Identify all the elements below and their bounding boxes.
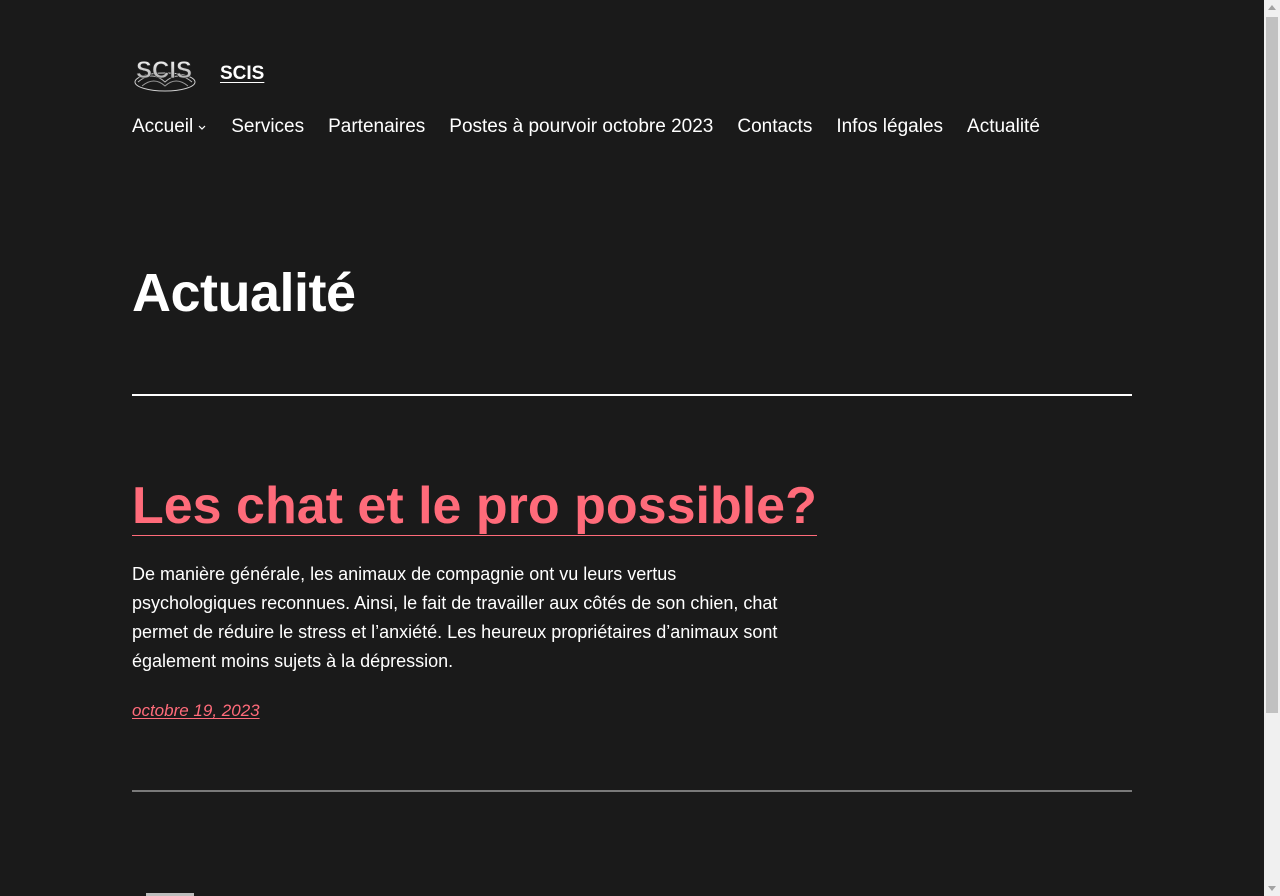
site-logo[interactable]: SCIS [132, 56, 196, 92]
page-title: Actualité [132, 263, 356, 323]
nav-item-postes[interactable]: Postes à pourvoir octobre 2023 [449, 116, 713, 138]
primary-nav: Accueil Services Partenaires Postes à po… [132, 116, 1040, 138]
post-excerpt: De manière générale, les animaux de comp… [132, 564, 778, 671]
nav-item-partenaires[interactable]: Partenaires [328, 116, 425, 138]
nav-item-accueil[interactable]: Accueil [132, 116, 207, 138]
divider [132, 790, 1132, 792]
scroll-up-arrow-icon[interactable] [1264, 0, 1280, 16]
nav-item-services[interactable]: Services [231, 116, 304, 138]
svg-text:SCIS: SCIS [136, 57, 192, 84]
post-title: Les chat et le pro possible? [132, 474, 817, 538]
divider [132, 394, 1132, 396]
page: SCIS SCIS Accueil Services Partenaires P… [0, 0, 1264, 896]
scrollbar-thumb[interactable] [1266, 17, 1278, 713]
post-date-link[interactable]: octobre 19, 2023 [132, 701, 260, 721]
nav-item-contacts[interactable]: Contacts [737, 116, 812, 138]
chevron-down-icon[interactable] [197, 122, 207, 132]
nav-item-label: Accueil [132, 116, 194, 137]
site-title-link[interactable]: SCIS [220, 63, 264, 85]
post-title-link[interactable]: Les chat et le pro possible? [132, 477, 817, 536]
vertical-scrollbar[interactable] [1264, 0, 1280, 896]
nav-item-actualite[interactable]: Actualité [967, 116, 1040, 138]
site-branding: SCIS SCIS [132, 56, 264, 92]
nav-item-infos-legales[interactable]: Infos légales [836, 116, 943, 138]
scroll-down-arrow-icon[interactable] [1264, 880, 1280, 896]
